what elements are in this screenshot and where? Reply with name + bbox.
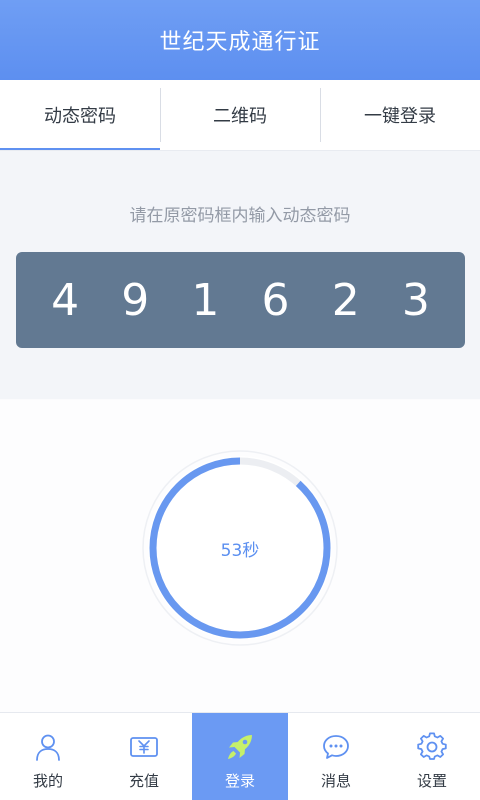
nav-item-recharge[interactable]: 充值 bbox=[96, 713, 192, 800]
chat-bubble-icon bbox=[323, 735, 349, 759]
user-icon bbox=[36, 734, 60, 761]
otp-instruction: 请在原密码框内输入动态密码 bbox=[129, 206, 351, 226]
rocket-icon bbox=[228, 735, 252, 759]
otp-digit: 6 bbox=[261, 274, 290, 326]
wallet-yen-icon bbox=[130, 737, 158, 757]
otp-digit: 2 bbox=[331, 274, 360, 326]
nav-label: 设置 bbox=[416, 772, 447, 790]
header-title: 世纪天成通行证 bbox=[159, 30, 321, 55]
timer-panel: 53秒 bbox=[0, 400, 480, 712]
countdown-ring: 53秒 bbox=[140, 450, 340, 646]
otp-code-box: 4 9 1 6 2 3 bbox=[16, 252, 465, 348]
countdown-text: 53秒 bbox=[220, 540, 260, 561]
gear-icon bbox=[417, 732, 447, 760]
app-root: 世纪天成通行证 动态密码 二维码 一键登录 请在原密码框内输入动态密码 4 9 … bbox=[0, 0, 480, 800]
nav-item-messages[interactable]: 消息 bbox=[288, 713, 384, 800]
otp-digit: 4 bbox=[51, 274, 80, 326]
tab-label: 动态密码 bbox=[44, 106, 116, 127]
otp-digit: 1 bbox=[191, 274, 220, 326]
tab-bar: 动态密码 二维码 一键登录 bbox=[0, 80, 480, 150]
tab-label: 二维码 bbox=[213, 106, 267, 127]
otp-panel: 请在原密码框内输入动态密码 4 9 1 6 2 3 bbox=[0, 151, 480, 399]
nav-label: 我的 bbox=[32, 772, 63, 790]
nav-label: 消息 bbox=[320, 772, 351, 790]
tab-one-click-login[interactable]: 一键登录 bbox=[320, 80, 480, 150]
nav-item-mine[interactable]: 我的 bbox=[0, 713, 96, 800]
tab-label: 一键登录 bbox=[364, 106, 436, 127]
nav-label: 登录 bbox=[224, 772, 255, 790]
nav-item-settings[interactable]: 设置 bbox=[384, 713, 480, 800]
otp-digit: 9 bbox=[121, 274, 150, 326]
bottom-nav: 我的 充值 登录 消息 设置 bbox=[0, 712, 480, 800]
app-header: 世纪天成通行证 bbox=[0, 0, 480, 80]
otp-digit: 3 bbox=[401, 274, 430, 326]
nav-label: 充值 bbox=[128, 772, 159, 790]
tab-dynamic-password[interactable]: 动态密码 bbox=[0, 80, 160, 150]
tab-qr-code[interactable]: 二维码 bbox=[160, 80, 320, 150]
nav-item-login[interactable]: 登录 bbox=[192, 713, 288, 800]
